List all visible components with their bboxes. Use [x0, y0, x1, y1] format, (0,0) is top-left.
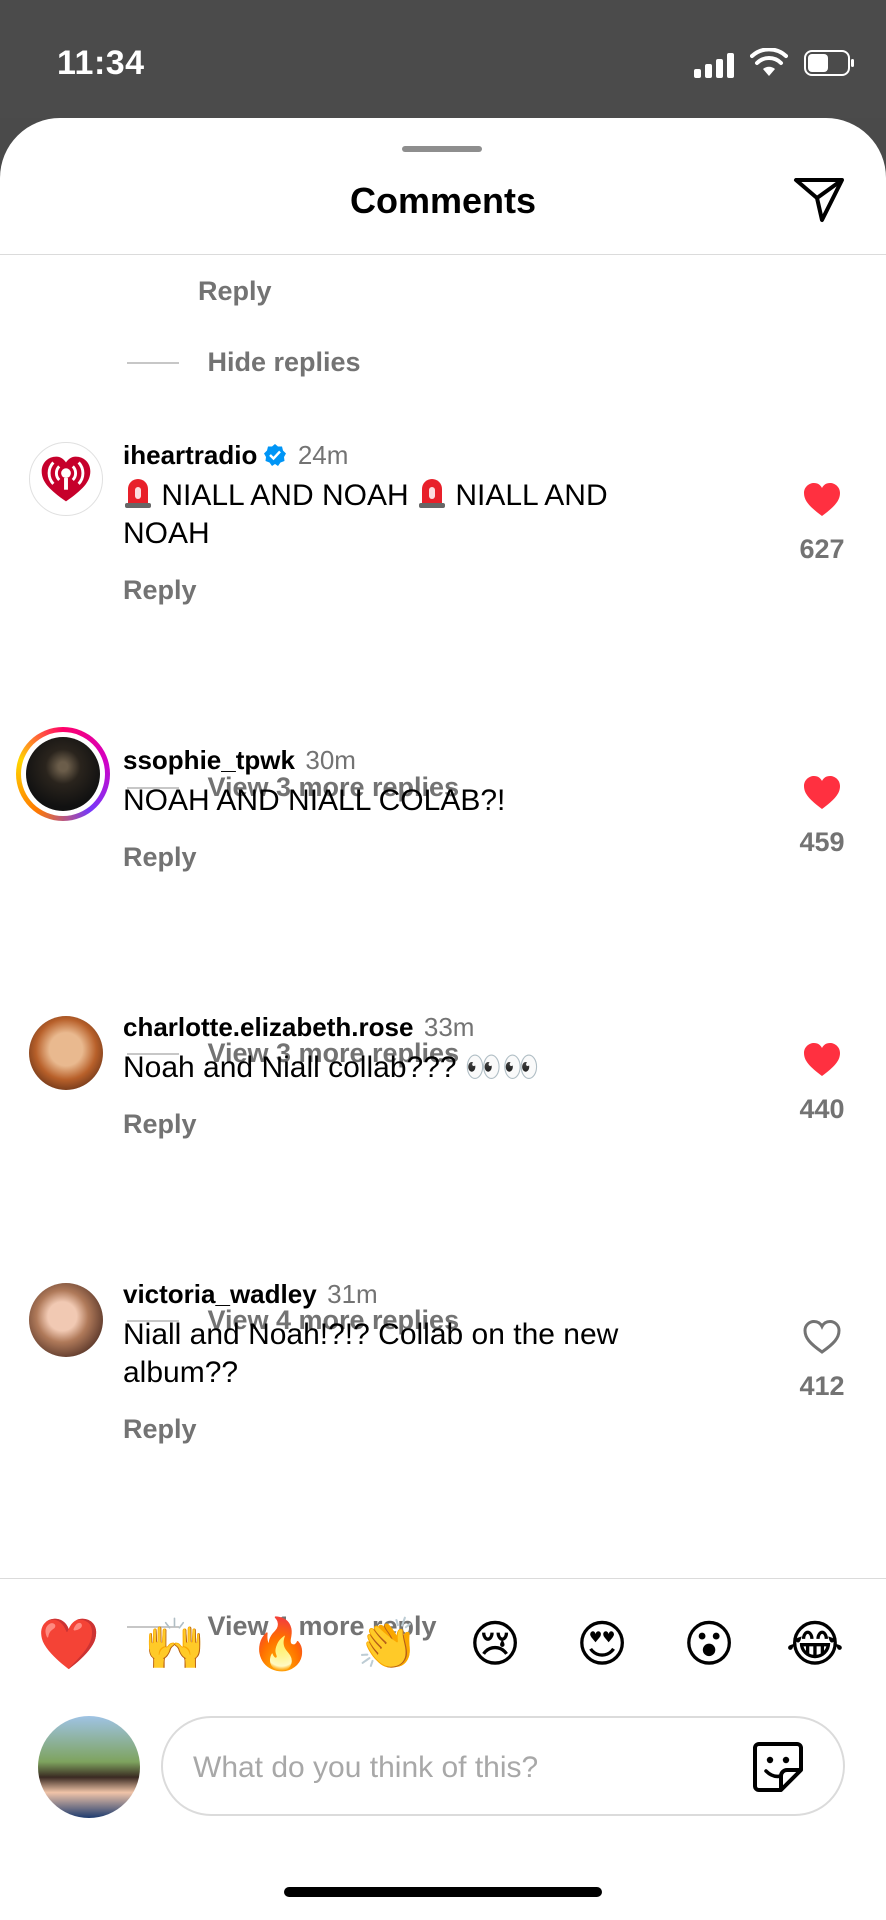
reaction-crying[interactable]: 😢: [463, 1612, 527, 1676]
verified-badge-icon: [264, 444, 287, 466]
like-count: 627: [799, 534, 845, 564]
like-control: 459: [794, 775, 850, 858]
reaction-heart[interactable]: ❤️: [37, 1612, 101, 1676]
like-count: 412: [799, 1371, 845, 1401]
reply-button[interactable]: Reply: [123, 575, 683, 606]
hide-replies-button[interactable]: Hide replies: [127, 347, 361, 387]
reactions-divider: [0, 1578, 886, 1579]
avatar-photo: [26, 737, 100, 811]
battery-icon: [804, 50, 854, 76]
comment-text: Niall and Noah!?!? Collab on the new alb…: [123, 1318, 619, 1389]
username[interactable]: charlotte.elizabeth.rose: [123, 1012, 413, 1042]
quick-reactions-bar: ❤️ 🙌 🔥 👏 😢 😍 😮 😂: [0, 1612, 886, 1678]
comment-input[interactable]: [191, 1744, 715, 1792]
hide-replies-label: Hide replies: [207, 347, 361, 377]
sheet-grabber[interactable]: [402, 146, 482, 152]
avatar[interactable]: [29, 442, 103, 516]
comment-text: Noah and Niall collab??? 👀👀: [123, 1051, 540, 1084]
like-control: 627: [794, 482, 850, 565]
comment-time: 24m: [297, 440, 349, 470]
avatar[interactable]: [29, 1016, 103, 1090]
siren-emoji-icon: [125, 479, 151, 508]
heart-filled-icon[interactable]: [802, 1042, 842, 1078]
comment-time: 31m: [327, 1279, 378, 1309]
reaction-clapping[interactable]: 👏: [356, 1612, 420, 1676]
header-divider: [0, 254, 886, 255]
reaction-surprised[interactable]: 😮: [677, 1612, 741, 1676]
status-bar: 11:34: [0, 0, 886, 118]
reaction-fire[interactable]: 🔥: [249, 1612, 313, 1676]
thread-line: [127, 361, 179, 364]
like-count: 440: [799, 1094, 845, 1124]
reply-button[interactable]: Reply: [123, 1414, 683, 1445]
reply-button[interactable]: Reply: [123, 842, 683, 873]
iheartradio-logo-icon: [41, 456, 91, 502]
comment-time: 30m: [305, 745, 356, 775]
cellular-signal-icon: [694, 52, 736, 78]
reply-button[interactable]: Reply: [123, 1109, 683, 1140]
status-time: 11:34: [57, 44, 145, 82]
current-user-avatar: [38, 1716, 140, 1818]
comment-body: charlotte.elizabeth.rose 33m Noah and Ni…: [123, 1012, 683, 1140]
reaction-heart-eyes[interactable]: 😍: [570, 1612, 634, 1676]
username[interactable]: ssophie_tpwk: [123, 745, 295, 775]
reaction-raised-hands[interactable]: 🙌: [143, 1612, 207, 1676]
send-icon[interactable]: [792, 174, 846, 224]
reply-button[interactable]: Reply: [198, 276, 272, 307]
home-indicator[interactable]: [284, 1887, 602, 1897]
heart-outline-icon[interactable]: [802, 1319, 842, 1355]
like-control: 412: [794, 1319, 850, 1402]
comment-text: NIALL AND NOAH NIALL AND NOAH: [123, 477, 683, 553]
comment-body: victoria_wadley 31m Niall and Noah!?!? C…: [123, 1279, 683, 1445]
page-title: Comments: [349, 180, 537, 221]
wifi-icon: [750, 48, 788, 76]
comment-time: 33m: [423, 1012, 475, 1042]
heart-filled-icon[interactable]: [802, 775, 842, 811]
avatar[interactable]: [29, 1283, 103, 1357]
comment-body: iheartradio 24m NIALL AND NOAH NIALL AND…: [123, 440, 683, 606]
username[interactable]: iheartradio: [123, 440, 257, 470]
sticker-icon[interactable]: [751, 1740, 805, 1794]
comment-text-part: NIALL AND NOAH: [161, 479, 417, 512]
username[interactable]: victoria_wadley: [123, 1279, 317, 1309]
comment-text: NOAH AND NIALL COLAB?!: [123, 784, 506, 817]
siren-emoji-icon: [418, 479, 445, 508]
like-control: 440: [794, 1042, 850, 1125]
like-count: 459: [799, 827, 845, 857]
comment-body: ssophie_tpwk 30m NOAH AND NIALL COLAB?! …: [123, 745, 683, 873]
avatar-story-ring[interactable]: [16, 727, 110, 821]
comment-input-container: [161, 1716, 845, 1816]
heart-filled-icon[interactable]: [802, 482, 842, 518]
reaction-laughing[interactable]: 😂: [783, 1612, 847, 1676]
